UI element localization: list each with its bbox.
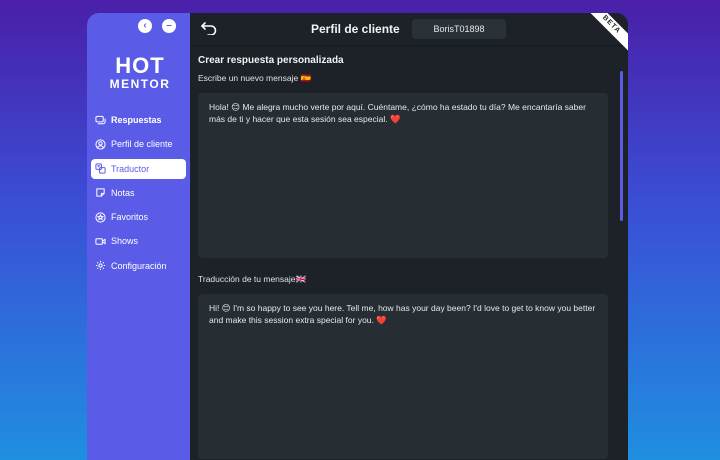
user-icon <box>95 139 106 150</box>
input-label: Escribe un nuevo mensaje 🇪🇸 <box>198 73 312 83</box>
page-title: Perfil de cliente <box>311 22 400 36</box>
collapse-back-icon[interactable]: ‹ <box>138 19 152 33</box>
translate-icon <box>95 163 106 174</box>
scrollbar[interactable] <box>620 71 623 221</box>
app-window: ‹ – HOT MENTOR Respuestas Perfil de clie… <box>87 13 628 460</box>
beta-ribbon: BETA <box>582 13 628 54</box>
video-icon <box>95 236 106 247</box>
sidebar-item-favoritos[interactable]: Favoritos <box>91 207 186 227</box>
top-bar: Perfil de cliente BorisT01898 BETA <box>190 13 628 54</box>
logo-text-line2: MENTOR <box>109 77 171 91</box>
client-id-badge: BorisT01898 <box>412 19 506 39</box>
sidebar-item-notas[interactable]: Notas <box>91 183 186 203</box>
logo: HOT MENTOR <box>107 53 173 91</box>
sidebar: ‹ – HOT MENTOR Respuestas Perfil de clie… <box>87 13 190 460</box>
sidebar-item-configuracion[interactable]: Configuración <box>91 256 186 276</box>
favorites-icon <box>95 212 106 223</box>
sidebar-item-traductor[interactable]: Traductor <box>91 158 186 179</box>
section-title: Crear respuesta personalizada <box>198 55 344 66</box>
minimize-icon[interactable]: – <box>162 19 176 33</box>
sidebar-menu: Respuestas Perfil de cliente Traductor N… <box>91 110 186 280</box>
message-input[interactable]: Hola! 😊 Me alegra mucho verte por aquí. … <box>198 93 608 258</box>
gear-icon <box>95 260 106 271</box>
sidebar-item-label: Shows <box>111 236 139 247</box>
output-label: Traducción de tu mensaje🇬🇧 <box>198 274 307 284</box>
sidebar-item-label: Respuestas <box>111 115 162 125</box>
sidebar-item-respuestas[interactable]: Respuestas <box>91 110 186 130</box>
translation-output: Hi! 😊 I'm so happy to see you here. Tell… <box>198 294 608 459</box>
chat-icon <box>95 115 106 126</box>
sidebar-item-label: Configuración <box>111 260 167 271</box>
sidebar-item-label: Traductor <box>111 163 150 174</box>
back-arrow-icon[interactable] <box>200 21 218 36</box>
main-panel: Perfil de cliente BorisT01898 BETA Crear… <box>190 13 628 460</box>
logo-text-line1: HOT <box>115 53 165 78</box>
sidebar-item-shows[interactable]: Shows <box>91 231 186 251</box>
sidebar-item-label: Favoritos <box>111 212 149 223</box>
content-area: Crear respuesta personalizada Escribe un… <box>198 55 608 459</box>
notes-icon <box>95 187 106 198</box>
sidebar-item-label: Notas <box>111 187 135 198</box>
sidebar-item-label: Perfil de cliente <box>111 139 173 150</box>
sidebar-item-perfil[interactable]: Perfil de cliente <box>91 134 186 154</box>
